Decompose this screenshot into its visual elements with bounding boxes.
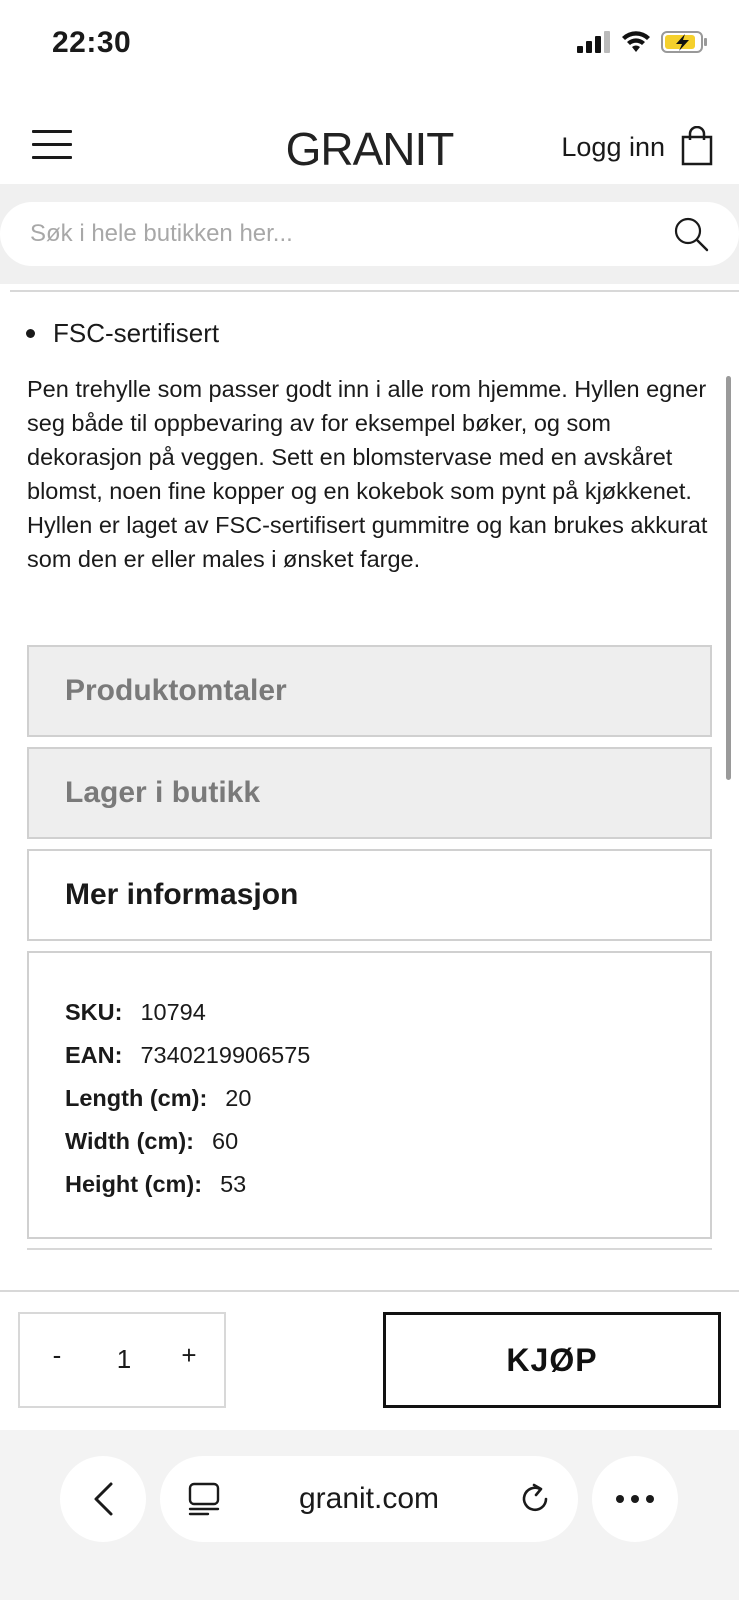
- scrollbar[interactable]: [726, 376, 731, 780]
- shopping-bag-icon[interactable]: [681, 126, 713, 166]
- info-key: Length (cm):: [65, 1085, 208, 1111]
- info-row-sku: SKU: 10794: [65, 991, 710, 1034]
- accordion-more-info[interactable]: Mer informasjon: [27, 849, 712, 941]
- search-band: [0, 184, 739, 284]
- wifi-icon: [622, 31, 650, 52]
- search-icon[interactable]: [673, 216, 709, 252]
- info-key: Width (cm):: [65, 1128, 195, 1154]
- accordion-label: Lager i butikk: [65, 776, 261, 809]
- sticky-buy-bar: - + KJØP: [0, 1290, 739, 1430]
- signal-icon: [577, 31, 610, 53]
- accordion-label: Produktomtaler: [65, 674, 287, 707]
- info-value: 7340219906575: [140, 1042, 311, 1068]
- quantity-increase-button[interactable]: +: [174, 1340, 204, 1380]
- accordion-product-reviews[interactable]: Produktomtaler: [27, 645, 712, 737]
- search-input[interactable]: [30, 202, 630, 266]
- login-link[interactable]: Logg inn: [561, 132, 665, 163]
- reload-icon[interactable]: [518, 1482, 552, 1516]
- feature-text: FSC-sertifisert: [53, 318, 220, 348]
- status-icons: [577, 30, 709, 54]
- site-header: GRANIT Logg inn: [0, 92, 739, 184]
- info-row-width: Width (cm): 60: [65, 1120, 710, 1163]
- info-row-length: Length (cm): 20: [65, 1077, 710, 1120]
- address-bar[interactable]: granit.com: [160, 1456, 578, 1542]
- back-button[interactable]: [60, 1456, 146, 1542]
- info-value: 60: [212, 1128, 239, 1154]
- status-bar: 22:30: [0, 0, 739, 92]
- bullet-icon: [26, 329, 35, 338]
- buy-button[interactable]: KJØP: [383, 1312, 721, 1408]
- info-value: 20: [225, 1085, 252, 1111]
- info-value: 53: [220, 1171, 247, 1197]
- accordion-store-stock[interactable]: Lager i butikk: [27, 747, 712, 839]
- info-row-ean: EAN: 7340219906575: [65, 1034, 710, 1077]
- more-info-panel: SKU: 10794 EAN: 7340219906575 Length (cm…: [27, 951, 712, 1239]
- info-value: 10794: [140, 999, 206, 1025]
- divider: [10, 290, 739, 292]
- more-button[interactable]: [592, 1456, 678, 1542]
- quantity-input[interactable]: [84, 1336, 164, 1382]
- info-row-height: Height (cm): 53: [65, 1163, 710, 1206]
- quantity-stepper: - +: [18, 1312, 226, 1408]
- info-key: EAN:: [65, 1042, 123, 1068]
- url-text: granit.com: [298, 1482, 440, 1515]
- accordion-label: Mer informasjon: [65, 878, 299, 911]
- browser-toolbar: granit.com: [0, 1430, 739, 1600]
- info-key: Height (cm):: [65, 1171, 203, 1197]
- status-time: 22:30: [52, 26, 132, 59]
- more-icon: [616, 1495, 654, 1503]
- battery-charging-icon: [661, 31, 707, 53]
- search-box: [0, 202, 739, 266]
- back-icon: [94, 1482, 113, 1516]
- product-description: Pen trehylle som passer godt inn i alle …: [27, 376, 708, 572]
- divider: [27, 1248, 712, 1250]
- quantity-decrease-button[interactable]: -: [42, 1340, 72, 1380]
- info-key: SKU:: [65, 999, 123, 1025]
- feature-list-item: FSC-sertifisert: [26, 318, 219, 349]
